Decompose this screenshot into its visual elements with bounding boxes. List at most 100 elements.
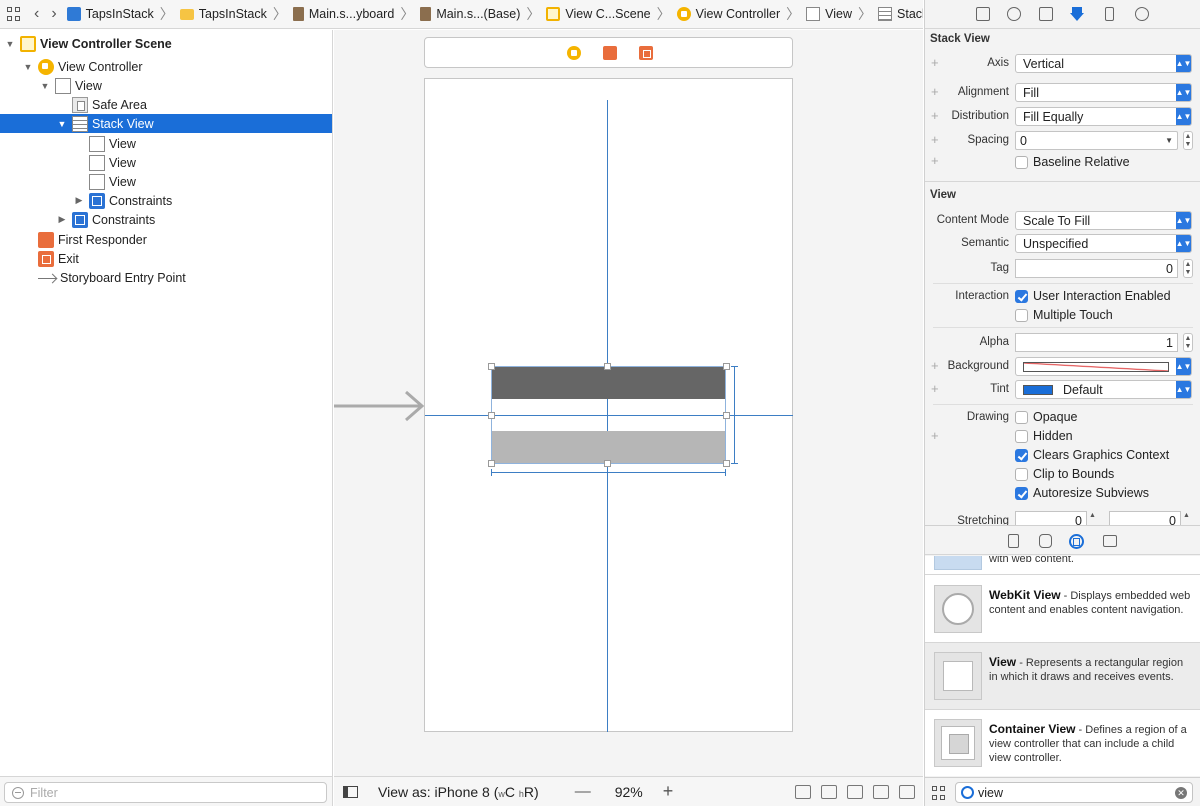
add-variation-icon[interactable]: + xyxy=(931,132,939,147)
entry-point-arrow-icon[interactable] xyxy=(334,390,426,426)
zoom-out-button[interactable]: — xyxy=(575,783,591,801)
clear-search-icon[interactable]: ✕ xyxy=(1175,787,1187,799)
attributes-inspector-icon[interactable] xyxy=(1070,7,1084,21)
breadcrumb-item[interactable]: Stack View xyxy=(878,7,923,21)
identity-inspector-icon[interactable] xyxy=(1039,7,1053,21)
add-variation-icon[interactable]: + xyxy=(931,381,939,396)
spacing-stepper[interactable]: ▲ ▼ xyxy=(1183,131,1193,150)
object-library-list[interactable]: with web content. WebKit View - Displays… xyxy=(925,556,1200,776)
storyboard-canvas[interactable] xyxy=(334,30,923,776)
disclosure-triangle-icon[interactable]: ▼ xyxy=(5,39,15,49)
outline-item-entry-point[interactable]: Storyboard Entry Point xyxy=(0,268,332,287)
alpha-field[interactable]: 1 xyxy=(1015,333,1178,352)
resize-handle[interactable] xyxy=(723,363,730,370)
breadcrumb-item[interactable]: Main.s...yboard xyxy=(292,7,394,21)
dropdown-arrow-icon[interactable]: ▼ xyxy=(1165,136,1173,145)
add-variation-icon[interactable]: + xyxy=(931,153,939,168)
zoom-in-button[interactable]: + xyxy=(663,781,674,802)
disclosure-triangle-icon[interactable]: ▼ xyxy=(57,119,67,129)
add-variation-icon[interactable]: + xyxy=(931,55,939,70)
outline-item-subview[interactable]: View xyxy=(0,172,332,191)
add-variation-icon[interactable]: + xyxy=(931,428,939,443)
align-icon[interactable] xyxy=(847,784,863,799)
back-arrow-icon[interactable]: ‹ xyxy=(34,6,39,22)
multiple-touch-checkbox[interactable]: Multiple Touch xyxy=(1015,308,1113,322)
connections-inspector-icon[interactable] xyxy=(1135,7,1149,21)
stepper-icon[interactable]: ▲ xyxy=(1183,512,1193,524)
tag-stepper[interactable]: ▲ ▼ xyxy=(1183,259,1193,278)
outline-item-view-constraints[interactable]: ▶ Constraints xyxy=(0,210,332,229)
axis-popup[interactable]: Vertical ▲▼ xyxy=(1015,54,1192,73)
breadcrumb-item[interactable]: View Controller xyxy=(676,7,780,21)
distribution-popup[interactable]: Fill Equally ▲▼ xyxy=(1015,107,1192,126)
breadcrumb-item[interactable]: TapsInStack xyxy=(179,7,267,21)
autoresize-checkbox[interactable]: Autoresize Subviews xyxy=(1015,486,1149,500)
zoom-level[interactable]: 92% xyxy=(615,784,643,800)
user-interaction-checkbox[interactable]: User Interaction Enabled xyxy=(1015,289,1171,303)
spacing-combo[interactable]: 0 ▼ xyxy=(1015,131,1178,150)
hidden-checkbox[interactable]: Hidden xyxy=(1015,429,1073,443)
stack-view-selection[interactable] xyxy=(491,366,726,464)
code-snippets-icon[interactable] xyxy=(1039,534,1052,548)
add-variation-icon[interactable]: + xyxy=(931,108,939,123)
resize-handle[interactable] xyxy=(723,460,730,467)
disclosure-triangle-icon[interactable]: ▶ xyxy=(57,214,67,225)
library-item-webkit-view[interactable]: WebKit View - Displays embedded web cont… xyxy=(925,576,1200,643)
help-inspector-icon[interactable] xyxy=(1007,7,1021,21)
alignment-popup[interactable]: Fill ▲▼ xyxy=(1015,83,1192,102)
disclosure-triangle-icon[interactable]: ▼ xyxy=(23,62,33,72)
clears-graphics-checkbox[interactable]: Clears Graphics Context xyxy=(1015,448,1169,462)
breadcrumb-item[interactable]: Main.s...(Base) xyxy=(420,7,520,21)
tag-field[interactable]: 0 xyxy=(1015,259,1178,278)
view-as-device-button[interactable]: View as: iPhone 8 (wC hR) xyxy=(378,784,539,800)
size-inspector-icon[interactable] xyxy=(1105,7,1114,21)
outline-item-exit[interactable]: Exit xyxy=(0,249,332,268)
disclosure-triangle-icon[interactable]: ▶ xyxy=(74,195,84,206)
outline-item-first-responder[interactable]: First Responder xyxy=(0,230,332,249)
file-inspector-icon[interactable] xyxy=(976,7,990,21)
outline-filter-input[interactable] xyxy=(30,785,310,800)
outline-item-view[interactable]: ▼ View xyxy=(0,76,332,95)
outline-item-stack-view[interactable]: ▼ Stack View xyxy=(0,114,332,133)
outline-item-subview[interactable]: View xyxy=(0,153,332,172)
resize-handle[interactable] xyxy=(604,363,611,370)
outline-filter-field[interactable] xyxy=(4,782,327,803)
resolve-issues-icon[interactable] xyxy=(899,784,915,799)
tint-color-popup[interactable]: Default ▲▼ xyxy=(1015,380,1192,399)
forward-arrow-icon[interactable]: › xyxy=(51,6,56,22)
library-search-input[interactable] xyxy=(978,785,1168,800)
related-items-icon[interactable] xyxy=(7,7,20,21)
grid-view-icon[interactable] xyxy=(932,786,946,800)
library-search-field[interactable]: ✕ xyxy=(955,782,1193,803)
outline-item-safe-area[interactable]: Safe Area xyxy=(0,95,332,114)
view-controller-icon[interactable] xyxy=(567,46,581,60)
library-item[interactable]: with web content. xyxy=(925,556,1200,575)
baseline-relative-checkbox[interactable]: Baseline Relative xyxy=(1015,155,1130,169)
library-item-container-view[interactable]: Container View - Defines a region of a v… xyxy=(925,710,1200,776)
library-item-view[interactable]: View - Represents a rectangular region i… xyxy=(925,643,1200,710)
exit-icon[interactable] xyxy=(639,46,653,60)
clip-to-bounds-checkbox[interactable]: Clip to Bounds xyxy=(1015,467,1114,481)
content-mode-popup[interactable]: Scale To Fill ▲▼ xyxy=(1015,211,1192,230)
add-variation-icon[interactable]: + xyxy=(931,84,939,99)
resize-handle[interactable] xyxy=(488,363,495,370)
breadcrumb-item[interactable]: View xyxy=(806,7,852,21)
toggle-outline-icon[interactable] xyxy=(343,785,358,798)
stepper-icon[interactable]: ▲ xyxy=(1089,512,1099,524)
outline-item-scene[interactable]: ▼ View Controller Scene xyxy=(0,34,332,53)
disclosure-triangle-icon[interactable]: ▼ xyxy=(40,81,50,91)
object-library-icon[interactable] xyxy=(1069,534,1084,549)
outline-item-subview[interactable]: View xyxy=(0,134,332,153)
embed-in-stack-icon[interactable] xyxy=(821,784,837,799)
resize-handle[interactable] xyxy=(488,460,495,467)
semantic-popup[interactable]: Unspecified ▲▼ xyxy=(1015,234,1192,253)
resize-handle[interactable] xyxy=(723,412,730,419)
breadcrumb-item[interactable]: TapsInStack xyxy=(66,7,154,21)
outline-item-stack-constraints[interactable]: ▶ Constraints xyxy=(0,191,332,210)
outline-item-view-controller[interactable]: ▼ View Controller xyxy=(0,57,332,76)
alpha-stepper[interactable]: ▲ ▼ xyxy=(1183,333,1193,352)
media-library-icon[interactable] xyxy=(1103,535,1117,547)
opaque-checkbox[interactable]: Opaque xyxy=(1015,410,1077,424)
resize-handle[interactable] xyxy=(604,460,611,467)
first-responder-icon[interactable] xyxy=(603,46,617,60)
